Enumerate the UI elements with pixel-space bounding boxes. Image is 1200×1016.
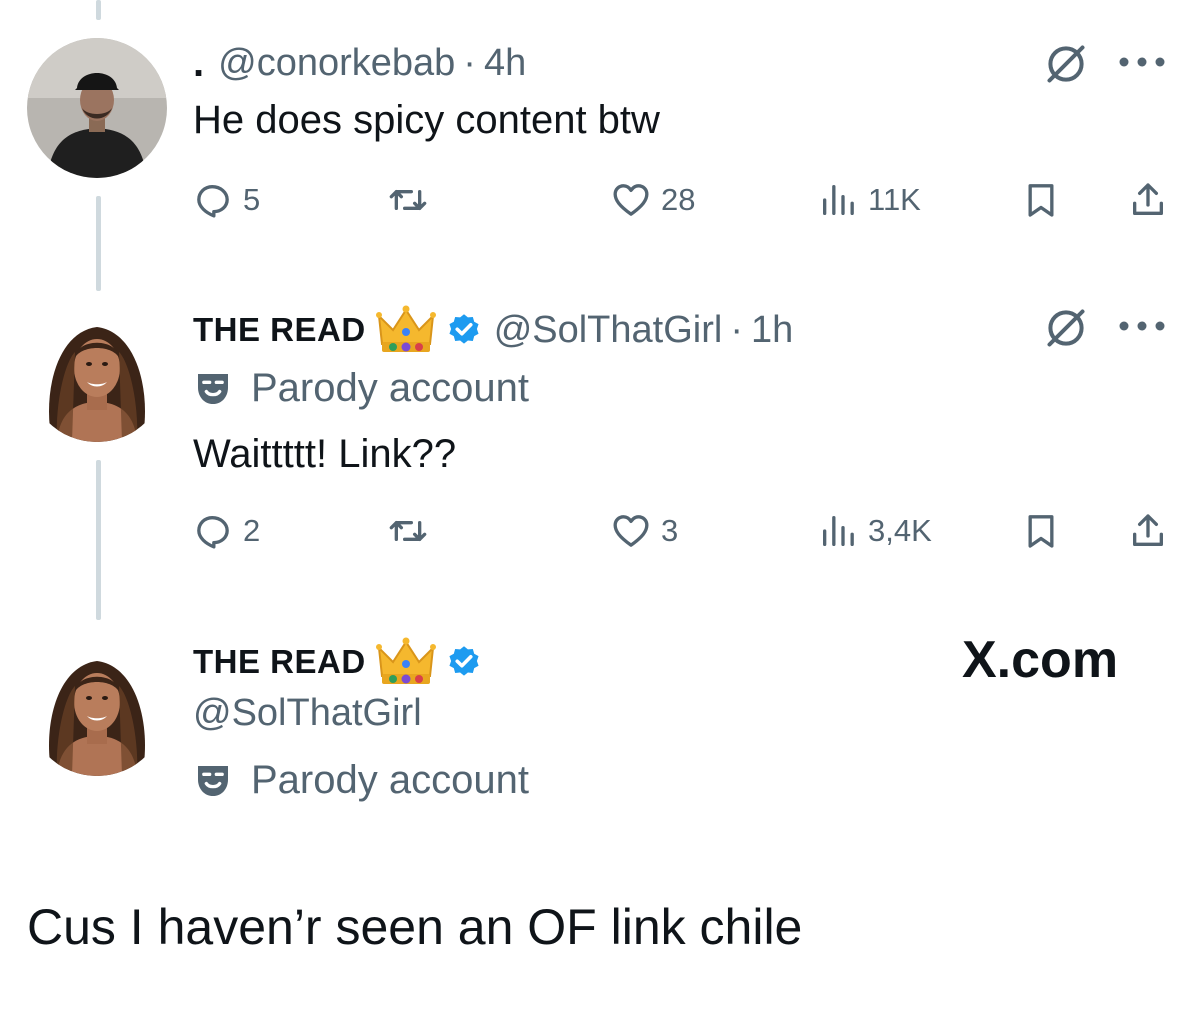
tweet1-actions: 5 28 11K xyxy=(193,180,1173,230)
retweet-icon xyxy=(389,521,427,541)
reply-icon xyxy=(197,185,229,218)
tweet1-display-name[interactable]: . xyxy=(193,41,204,86)
like-button[interactable]: 3 xyxy=(611,511,678,551)
reply-icon xyxy=(197,516,229,549)
like-button[interactable]: 28 xyxy=(611,180,695,220)
thread-line-top xyxy=(96,0,101,20)
reply-count: 5 xyxy=(243,182,261,217)
bookmark-button[interactable] xyxy=(1021,180,1061,220)
views-button[interactable]: 11K xyxy=(818,180,921,220)
reply-button[interactable]: 2 xyxy=(193,511,260,551)
like-icon xyxy=(613,515,649,547)
views-button[interactable]: 3,4K xyxy=(818,511,932,551)
tweet2-display-name[interactable]: THE READ xyxy=(193,311,366,349)
retweet-button[interactable] xyxy=(388,180,428,220)
views-icon xyxy=(823,516,854,546)
like-icon xyxy=(613,184,649,216)
bookmark-icon xyxy=(1028,515,1054,548)
like-count: 28 xyxy=(661,182,696,217)
avatar-solthatgirl[interactable] xyxy=(27,302,167,442)
tweet1-timestamp[interactable]: 4h xyxy=(484,42,526,85)
tweet1-header: . @conorkebab · 4h xyxy=(193,38,526,88)
tweet1-handle[interactable]: @conorkebab xyxy=(218,42,455,85)
verified-icon[interactable] xyxy=(446,644,482,680)
profile-parody-label: Parody account xyxy=(193,758,529,803)
profile-display-name[interactable]: THE READ xyxy=(193,643,366,681)
share-button[interactable] xyxy=(1128,511,1168,551)
parody-mask-icon xyxy=(198,373,228,404)
more-icon[interactable] xyxy=(1117,319,1167,333)
parody-label-text: Parody account xyxy=(251,758,529,802)
verified-icon[interactable] xyxy=(446,312,482,348)
tweet2-header: THE READ @SolThatGirl · 1h xyxy=(193,302,793,358)
tweet1-text: He does spicy content btw xyxy=(193,98,660,142)
views-count: 3,4K xyxy=(868,513,932,548)
reply-count: 2 xyxy=(243,513,261,548)
parody-mask-icon xyxy=(198,765,228,796)
share-icon xyxy=(1133,514,1163,546)
tweet2-timestamp[interactable]: 1h xyxy=(751,309,793,352)
crown-emoji xyxy=(375,305,436,352)
thread-line-2 xyxy=(96,460,101,620)
share-button[interactable] xyxy=(1128,180,1168,220)
tweet2-handle[interactable]: @SolThatGirl xyxy=(494,309,723,352)
parody-label-text: Parody account xyxy=(251,366,529,410)
more-icon[interactable] xyxy=(1117,55,1167,69)
share-icon xyxy=(1133,183,1163,215)
xcom-watermark: X.com xyxy=(962,631,1119,689)
crown-emoji xyxy=(375,637,436,684)
bookmark-icon xyxy=(1028,184,1054,217)
like-count: 3 xyxy=(661,513,679,548)
tweet2-separator: · xyxy=(730,308,743,351)
reply-button[interactable]: 5 xyxy=(193,180,260,220)
tweet1-separator: · xyxy=(463,41,476,84)
grok-icon[interactable] xyxy=(1044,42,1088,86)
views-count: 11K xyxy=(868,182,921,217)
profile-handle[interactable]: @SolThatGirl xyxy=(193,692,422,735)
thread-line-1 xyxy=(96,196,101,291)
tweet2-text: Waittttt! Link?? xyxy=(193,432,457,476)
tweet2-actions: 2 3 3,4K xyxy=(193,511,1173,561)
bookmark-button[interactable] xyxy=(1021,511,1061,551)
retweet-icon xyxy=(389,190,427,210)
tweet2-parody-label: Parody account xyxy=(193,366,529,411)
retweet-button[interactable] xyxy=(388,511,428,551)
profile-header: THE READ xyxy=(193,634,494,690)
caption-text: Cus I haven’r seen an OF link chile xyxy=(27,899,803,955)
avatar-conorkebab[interactable] xyxy=(27,38,167,178)
grok-icon[interactable] xyxy=(1044,306,1088,350)
avatar-solthatgirl[interactable] xyxy=(27,636,167,776)
views-icon xyxy=(823,185,854,215)
